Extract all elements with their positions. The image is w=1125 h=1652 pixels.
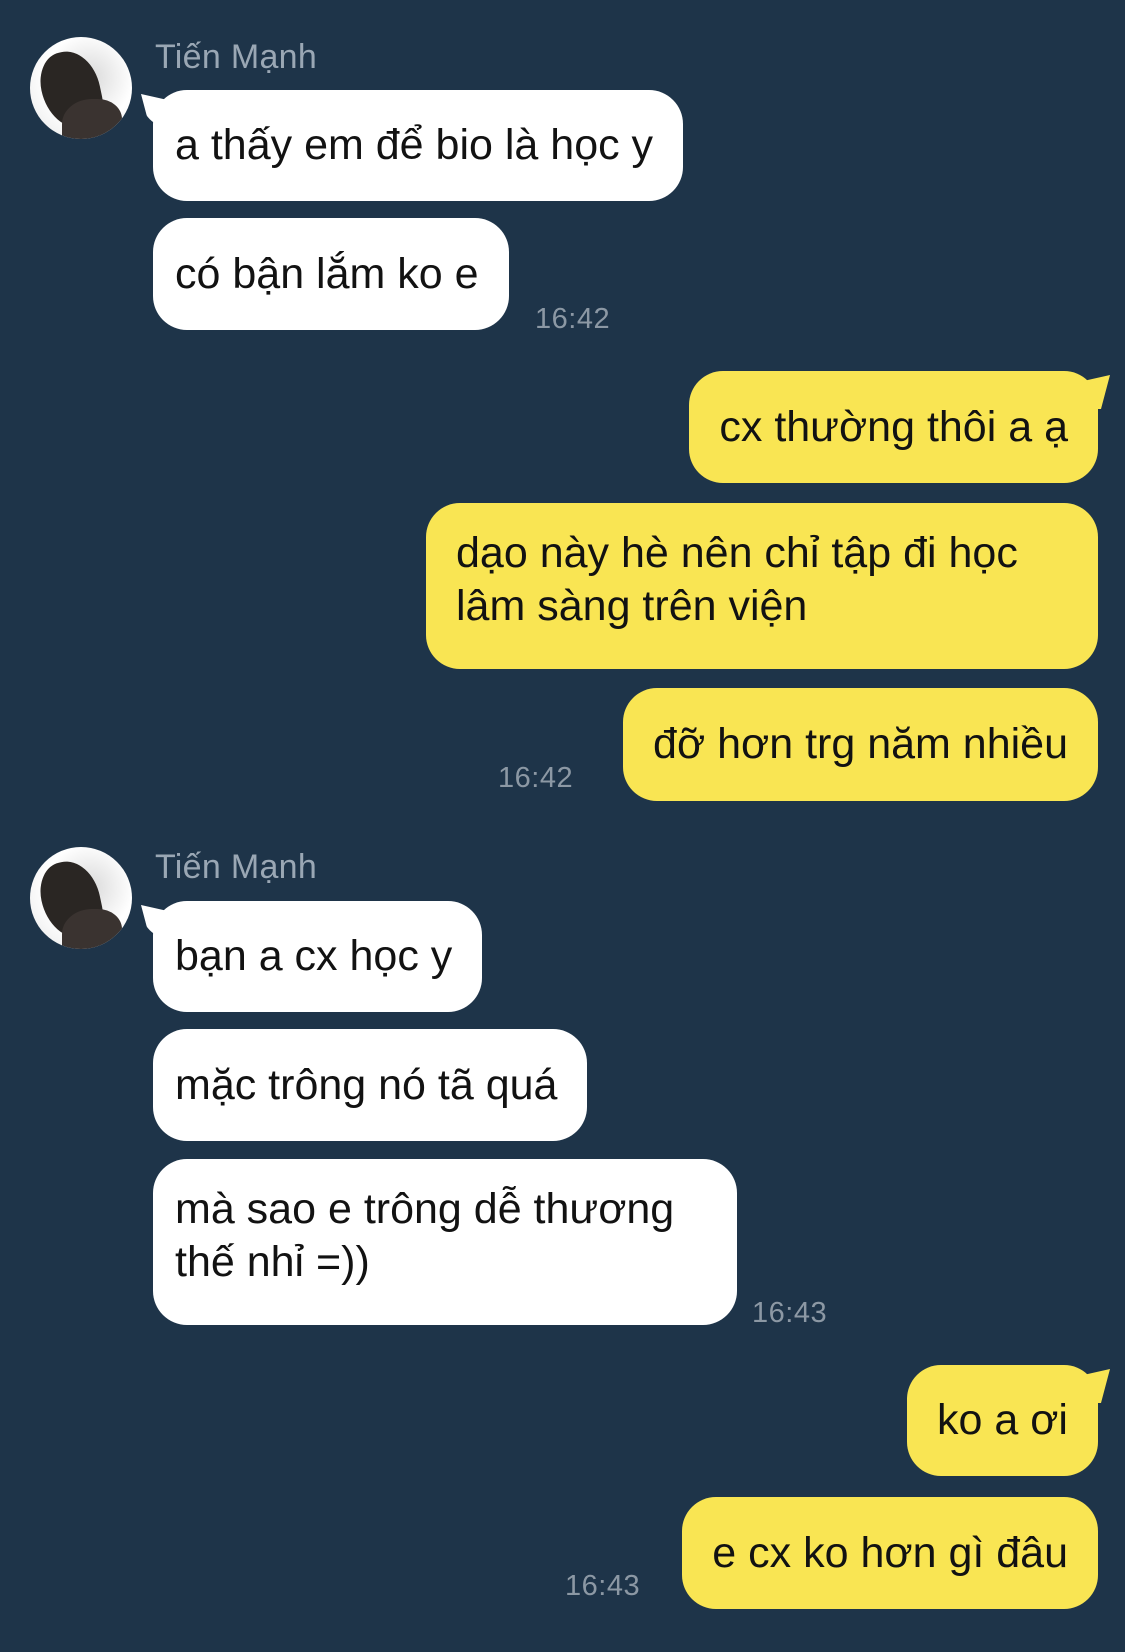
message-bubble-outgoing[interactable]: e cx ko hơn gì đâu	[682, 1497, 1098, 1609]
message-bubble-outgoing[interactable]: ko a ơi	[907, 1365, 1110, 1476]
message-text: có bận lắm ko e	[175, 249, 479, 298]
message-bubble-incoming[interactable]: mặc trông nó tã quá	[153, 1029, 588, 1141]
sender-name: Tiến Mạnh	[155, 848, 318, 886]
message-text: mặc trông nó tã quá	[175, 1060, 558, 1109]
message-text: dạo này hè nên chỉ tập đi học lâm sàng t…	[456, 529, 1018, 630]
message-text: cx thường thôi a ạ	[719, 402, 1068, 451]
message-bubble-incoming[interactable]: mà sao e trông dễ thương thế nhỉ =))	[153, 1159, 737, 1325]
message-timestamp: 16:42	[535, 303, 611, 335]
message-bubble-incoming[interactable]: bạn a cx học y	[141, 901, 483, 1012]
message-bubble-incoming[interactable]: có bận lắm ko e	[153, 218, 509, 330]
sender-avatar[interactable]	[30, 37, 132, 139]
message-bubble-outgoing[interactable]: đỡ hơn trg năm nhiều	[623, 688, 1098, 801]
sender-name: Tiến Mạnh	[155, 38, 318, 76]
message-bubble-incoming[interactable]: a thấy em để bio là học y	[141, 90, 684, 201]
message-text: đỡ hơn trg năm nhiều	[653, 720, 1068, 768]
message-timestamp: 16:43	[565, 1570, 641, 1602]
message-text: mà sao e trông dễ thương thế nhỉ =))	[175, 1185, 675, 1286]
message-timestamp: 16:43	[752, 1297, 828, 1329]
message-text: bạn a cx học y	[175, 932, 453, 980]
message-text: e cx ko hơn gì đâu	[712, 1528, 1068, 1577]
message-text: a thấy em để bio là học y	[175, 121, 654, 169]
sender-avatar[interactable]	[30, 847, 132, 949]
message-bubble-outgoing[interactable]: cx thường thôi a ạ	[689, 371, 1110, 483]
message-text: ko a ơi	[937, 1396, 1068, 1444]
message-bubble-outgoing[interactable]: dạo này hè nên chỉ tập đi học lâm sàng t…	[426, 503, 1098, 669]
message-timestamp: 16:42	[498, 762, 574, 794]
